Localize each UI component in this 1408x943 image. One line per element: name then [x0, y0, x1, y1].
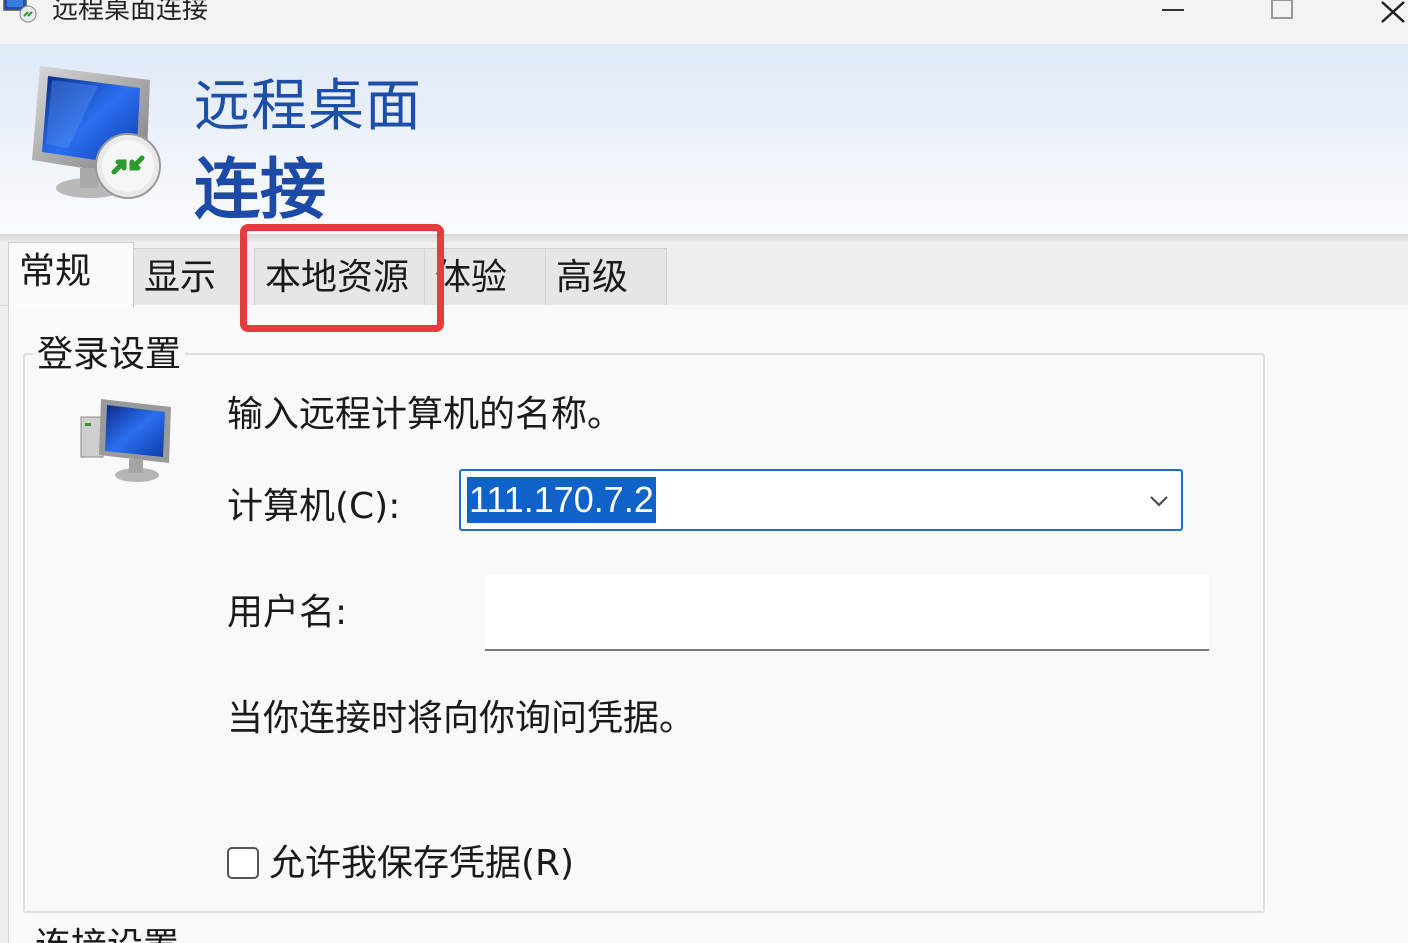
header-banner: 远程桌面 连接 — [0, 44, 1408, 234]
tab-strip: 常规 显示 本地资源 体验 高级 — [0, 242, 1408, 308]
tab-local-resources[interactable]: 本地资源 — [254, 248, 428, 306]
tab-advanced[interactable]: 高级 — [545, 248, 667, 306]
banner-title-line2: 连接 — [194, 151, 326, 228]
close-button[interactable] — [1360, 0, 1408, 30]
window-title: 远程桌面连接 — [52, 0, 209, 25]
credentials-info: 当你连接时将向你询问凭据。 — [227, 698, 696, 739]
tab-general[interactable]: 常规 — [8, 242, 134, 308]
title-bar: 远程桌面连接 — [0, 0, 1408, 44]
username-field[interactable] — [485, 575, 1209, 651]
computer-combobox[interactable]: 111.170.7.2 — [459, 469, 1183, 531]
maximize-button[interactable] — [1252, 0, 1312, 30]
computer-monitor-icon — [79, 395, 179, 487]
save-credentials-label[interactable]: 允许我保存凭据(R) — [269, 839, 574, 889]
username-label: 用户名: — [227, 592, 348, 633]
tab-display[interactable]: 显示 — [133, 248, 241, 306]
save-credentials-checkbox[interactable] — [227, 847, 259, 879]
login-settings-legend: 登录设置 — [33, 333, 186, 377]
tab-experience[interactable]: 体验 — [424, 248, 546, 306]
computer-label: 计算机(C): — [227, 486, 401, 527]
chevron-down-icon[interactable] — [1147, 489, 1171, 513]
banner-title-line1: 远程桌面 — [194, 74, 422, 139]
tab-content-general: 登录设置 输入远程计算机的名称。 计算机(C): 111.170.7.2 用户名 — [8, 305, 1408, 943]
banner-divider — [0, 234, 1408, 242]
remote-desktop-icon — [0, 0, 40, 26]
minimize-button[interactable] — [1142, 0, 1202, 30]
remote-desktop-monitor-icon — [28, 62, 170, 210]
computer-value[interactable]: 111.170.7.2 — [467, 477, 656, 523]
connection-settings-legend: 连接设置 — [35, 925, 179, 943]
computer-name-prompt: 输入远程计算机的名称。 — [227, 394, 624, 435]
